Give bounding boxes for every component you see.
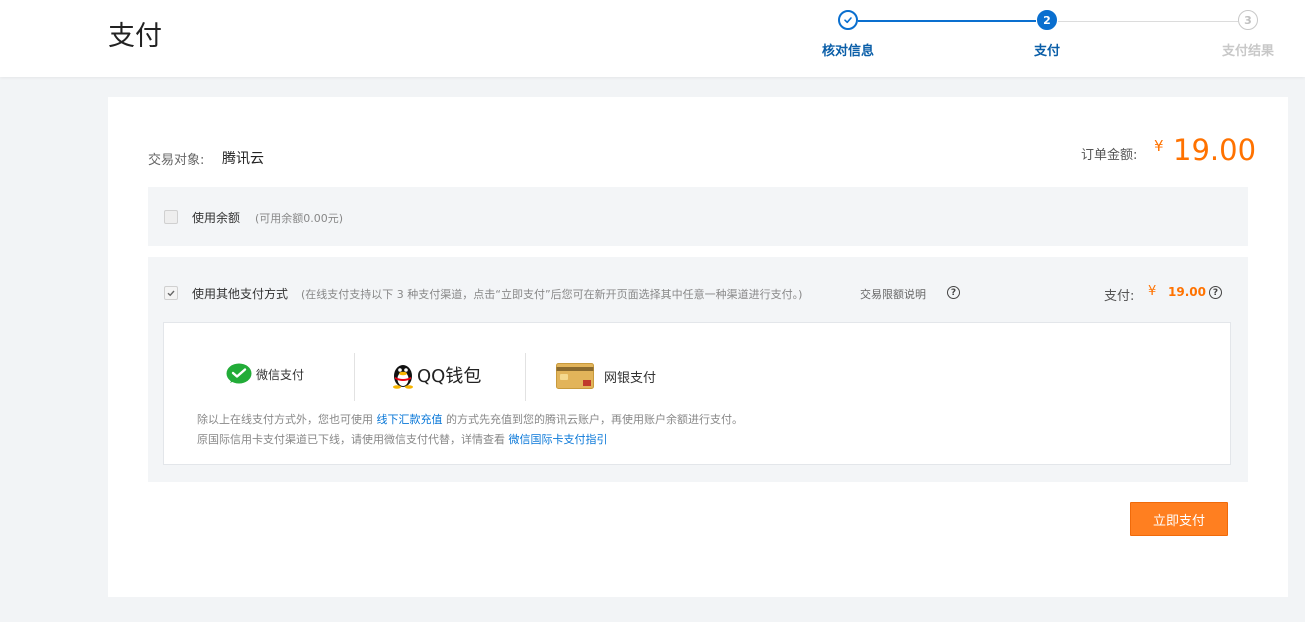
- step-1-label: 核对信息: [821, 44, 875, 59]
- step-3-label: 支付结果: [1221, 44, 1275, 59]
- step-1-check-icon: [838, 10, 858, 30]
- pay-currency: ¥: [1148, 284, 1157, 299]
- info-line-offline: 除以上在线支付方式外，您也可使用 线下汇款充值 的方式先充值到您的腾讯云账户，再…: [197, 411, 743, 427]
- step-3-number: 3: [1238, 10, 1258, 30]
- step-2-label: 支付: [1033, 44, 1061, 59]
- balance-label: 使用余额: [192, 211, 241, 225]
- progress-steps: 核对信息 2 支付 3 支付结果: [0, 0, 1305, 77]
- other-payment-label: 使用其他支付方式: [192, 287, 289, 301]
- order-amount-label: 订单金额:: [1081, 148, 1138, 163]
- info-line-1-text: 除以上在线支付方式外，您也可使用: [197, 413, 373, 426]
- order-amount-value: 19.00: [1173, 133, 1257, 167]
- payment-card: 交易对象: 腾讯云 订单金额: ¥ 19.00 使用余额 (可用余额0.00元)…: [108, 97, 1288, 597]
- pay-label: 支付:: [1104, 289, 1135, 304]
- pay-amount: 19.00: [1168, 285, 1206, 299]
- method-wechat-label: 微信支付: [256, 367, 305, 382]
- balance-note: (可用余额0.00元): [255, 212, 344, 225]
- info-line-intl-card: 原国际信用卡支付渠道已下线，请使用微信支付代替，详情查看 微信国际卡支付指引: [197, 431, 608, 447]
- method-wechat[interactable]: 微信支付: [226, 363, 304, 385]
- pay-now-button[interactable]: 立即支付: [1130, 502, 1228, 536]
- other-payment-note: (在线支付支持以下 3 种支付渠道，点击“立即支付”后您可在新开页面选择其中任意…: [301, 288, 803, 301]
- method-qq-wallet-label: QQ钱包: [417, 366, 482, 387]
- order-currency: ¥: [1154, 137, 1164, 155]
- wechat-icon: [226, 363, 252, 385]
- step-line-pending: [1058, 21, 1238, 22]
- method-divider: [354, 353, 355, 401]
- wechat-intl-card-guide-link[interactable]: 微信国际卡支付指引: [509, 433, 608, 446]
- offline-recharge-link[interactable]: 线下汇款充值: [377, 413, 443, 426]
- other-payment-checkbox[interactable]: [164, 286, 178, 300]
- info-line-1-text-end: 的方式先充值到您的腾讯云账户，再使用账户余额进行支付。: [446, 413, 743, 426]
- balance-option: 使用余额 (可用余额0.00元): [148, 187, 1248, 246]
- step-2-number: 2: [1037, 10, 1057, 30]
- other-payment-option: 使用其他支付方式 (在线支付支持以下 3 种支付渠道，点击“立即支付”后您可在新…: [148, 257, 1248, 482]
- limit-help-icon[interactable]: ?: [947, 286, 960, 299]
- info-line-2-text: 原国际信用卡支付渠道已下线，请使用微信支付代替，详情查看: [197, 433, 505, 446]
- qq-penguin-icon: [391, 361, 415, 389]
- limit-explanation-link[interactable]: 交易限额说明: [860, 286, 926, 302]
- payment-methods-panel: 微信支付 QQ钱包 网银支付 除以上在线支付方式外，您也可使用 线下汇款充值 的…: [163, 322, 1231, 465]
- method-divider: [525, 353, 526, 401]
- pay-help-icon[interactable]: ?: [1209, 286, 1222, 299]
- target-label: 交易对象:: [148, 153, 205, 168]
- bank-card-icon: [556, 363, 594, 389]
- step-line-done: [858, 20, 1036, 22]
- method-online-bank[interactable]: 网银支付: [556, 363, 656, 389]
- balance-checkbox[interactable]: [164, 210, 178, 224]
- target-value: 腾讯云: [222, 151, 264, 167]
- method-online-bank-label: 网银支付: [604, 370, 657, 386]
- method-qq-wallet[interactable]: QQ钱包: [391, 361, 481, 389]
- top-header: 支付 核对信息 2 支付 3 支付结果: [0, 0, 1305, 77]
